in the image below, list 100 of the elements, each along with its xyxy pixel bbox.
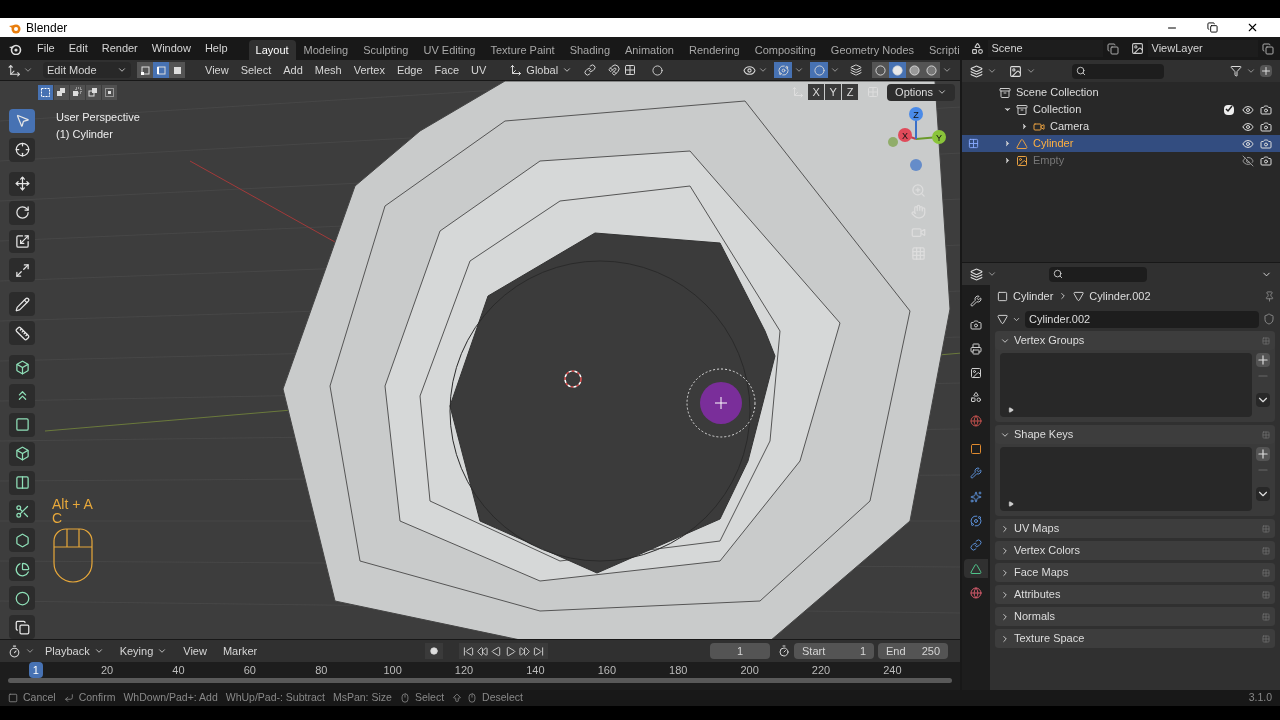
menu-item[interactable]: UV (465, 61, 493, 79)
app-logo-icon[interactable] (8, 42, 22, 55)
tool-button[interactable] (9, 586, 35, 611)
filter-icon[interactable] (1230, 65, 1242, 77)
viewport[interactable]: X Y Z Options User Perspective (1) Cylinder Alt + A C X Y Z (0, 81, 960, 639)
mirror-axis-toggle[interactable]: Y (825, 84, 842, 100)
eye-closed-icon[interactable] (1242, 154, 1254, 167)
xray-icon[interactable] (850, 64, 862, 76)
tool-button[interactable] (9, 412, 35, 437)
drag-handle-icon[interactable] (1262, 612, 1270, 621)
face-select-button[interactable] (169, 62, 185, 78)
tool-button[interactable] (9, 528, 35, 553)
menu-item[interactable]: Help (197, 40, 235, 57)
navigation-gizmo[interactable]: X Y Z (886, 107, 950, 177)
shading-button[interactable] (906, 62, 923, 78)
menu-item[interactable]: Edge (390, 61, 429, 79)
new-view-layer-icon[interactable] (1261, 42, 1274, 55)
box-mode-button[interactable] (86, 84, 101, 100)
workspace-tab[interactable]: Modeling (296, 40, 356, 60)
render-icon[interactable] (1260, 120, 1272, 133)
drag-handle-icon[interactable] (1262, 524, 1270, 533)
workspace-tab[interactable]: Animation (618, 40, 681, 60)
editor-type-icon[interactable] (970, 64, 983, 78)
render-icon[interactable] (1260, 137, 1272, 150)
menu-item[interactable]: Add (277, 61, 309, 79)
tool-button[interactable] (9, 292, 35, 317)
fake-user-icon[interactable] (1263, 313, 1275, 325)
render-icon[interactable] (1260, 103, 1272, 116)
eye-icon[interactable] (1242, 120, 1254, 133)
properties-tab[interactable] (964, 559, 988, 578)
workspace-tab[interactable]: Compositing (747, 40, 823, 60)
new-scene-icon[interactable] (1106, 42, 1119, 55)
pin-icon[interactable] (1264, 290, 1275, 302)
drag-handle-icon[interactable] (1262, 568, 1270, 577)
menu-item[interactable]: Keying (113, 642, 174, 660)
tool-button[interactable] (9, 258, 35, 283)
tool-button[interactable] (9, 384, 35, 408)
stopwatch-icon[interactable] (778, 645, 790, 657)
tool-button[interactable] (9, 229, 35, 254)
menu-item[interactable]: File (30, 40, 62, 57)
drag-handle-icon[interactable] (1262, 546, 1270, 555)
menu-item[interactable]: View (199, 61, 235, 79)
drag-handle-icon[interactable] (1262, 634, 1270, 643)
menu-caret-icon[interactable] (1256, 393, 1270, 407)
tool-button[interactable] (9, 499, 35, 524)
mirror-axis-toggle[interactable]: X (808, 84, 825, 100)
menu-item[interactable]: Select (234, 61, 278, 79)
pivot-icon[interactable] (584, 64, 597, 76)
box-mode-button[interactable] (54, 84, 69, 100)
menu-caret-icon[interactable] (1256, 487, 1270, 501)
edit-mode-icon[interactable] (967, 138, 979, 149)
box-mode-button[interactable] (70, 84, 85, 100)
options-dropdown[interactable]: Options (887, 83, 955, 101)
tool-button[interactable] (9, 355, 35, 379)
play-icon[interactable] (505, 645, 517, 657)
mirror-axis-toggle[interactable]: Z (842, 84, 859, 100)
tool-button[interactable] (9, 441, 35, 466)
expand-arrow-icon[interactable] (1008, 501, 1014, 507)
panel-header[interactable]: Attributes (995, 585, 1275, 604)
editor-type-icon[interactable] (970, 267, 983, 281)
panel-header[interactable]: Face Maps (995, 563, 1275, 582)
eye-icon[interactable] (1242, 137, 1254, 150)
shading-button[interactable] (872, 62, 889, 78)
editor-type-icon[interactable] (8, 63, 21, 77)
shading-button[interactable] (889, 62, 906, 78)
menu-item[interactable]: View (177, 642, 213, 660)
view-layer-icon[interactable] (1130, 42, 1144, 55)
box-mode-button[interactable] (102, 84, 117, 100)
scene-icon[interactable] (970, 42, 984, 55)
snap-icon[interactable] (608, 64, 621, 76)
panel-header[interactable]: Vertex Colors (995, 541, 1275, 560)
drag-handle-icon[interactable] (1262, 430, 1270, 439)
display-mode-icon[interactable] (1009, 64, 1022, 78)
visibility-icon[interactable] (743, 63, 756, 77)
workspace-tab[interactable]: Scripti (922, 40, 967, 60)
workspace-tab[interactable]: Layout (248, 40, 296, 60)
tool-button[interactable] (9, 557, 35, 582)
menu-item[interactable]: Window (144, 40, 198, 57)
edge-select-button[interactable] (153, 62, 169, 78)
menu-item[interactable]: Mesh (308, 61, 348, 79)
mesh-icon[interactable] (997, 313, 1008, 325)
scrollbar[interactable] (8, 678, 952, 683)
current-frame-field[interactable]: 1 (710, 643, 770, 659)
menu-item[interactable]: Edit (61, 40, 95, 57)
search-field[interactable] (1072, 63, 1164, 79)
workspace-tab[interactable]: Geometry Nodes (823, 40, 921, 60)
workspace-tab[interactable]: Texture Paint (483, 40, 562, 60)
tool-button[interactable] (9, 200, 35, 225)
editor-type-icon[interactable] (8, 644, 21, 658)
add-icon[interactable] (1256, 447, 1270, 461)
outliner-row[interactable]: Cylinder (962, 135, 1280, 152)
new-collection-icon[interactable] (1260, 65, 1272, 77)
gizmo-toggle[interactable] (774, 62, 792, 78)
exclude-checkbox[interactable] (1224, 104, 1234, 115)
menu-item[interactable]: Vertex (347, 61, 391, 79)
end-frame-field[interactable]: End 250 (878, 643, 948, 659)
menu-item[interactable]: Marker (216, 642, 264, 660)
workspace-tab[interactable]: Shading (562, 40, 618, 60)
jump-start-icon[interactable] (463, 645, 475, 657)
menu-item[interactable]: Playback (39, 642, 110, 660)
